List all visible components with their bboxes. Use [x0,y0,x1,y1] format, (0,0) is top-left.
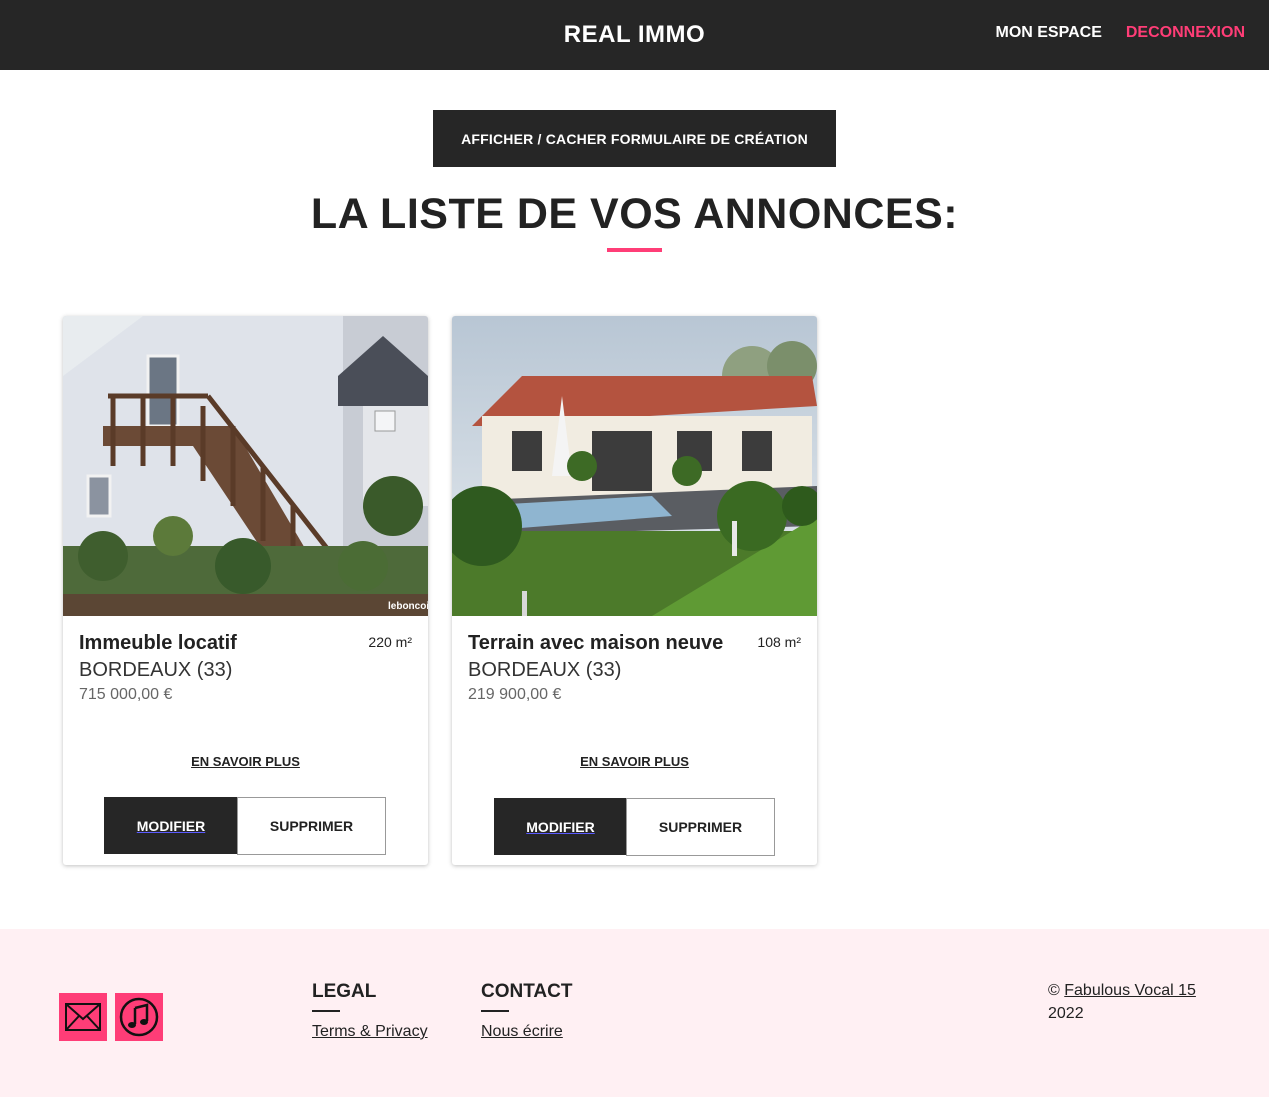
edit-button[interactable]: MODIFIER [104,797,238,854]
top-navbar: REAL IMMO MON ESPACE DECONNEXION [0,0,1269,70]
contact-heading: CONTACT [481,981,573,1002]
listing-area: 108 m² [757,634,801,650]
listing-photo [452,316,817,616]
copyright: © Fabulous Vocal 15 2022 [1048,979,1196,1025]
listing-title: Immeuble locatif [79,632,237,654]
listing-city: BORDEAUX (33) [79,659,233,681]
listing-title: Terrain avec maison neuve [468,632,724,654]
legal-underline [312,1010,340,1012]
edit-button-label: MODIFIER [136,817,206,834]
envelope-icon[interactable] [59,993,107,1041]
listing-card: Terrain avec maison neuve 108 m² BORDEAU… [452,316,817,865]
my-space-link[interactable]: MON ESPACE [995,24,1101,42]
listing-photo: leboncoin [63,316,428,616]
contact-link[interactable]: Nous écrire [481,1023,563,1041]
title-underline [607,248,662,252]
listing-photo-watermark: leboncoin [388,601,428,612]
copyright-year: 2022 [1048,1005,1084,1022]
delete-button[interactable]: SUPPRIMER [237,797,386,855]
listing-price: 219 900,00 € [468,686,562,703]
learn-more-link[interactable]: EN SAVOIR PLUS [452,754,817,769]
terms-privacy-link[interactable]: Terms & Privacy [312,1023,428,1041]
listing-city: BORDEAUX (33) [468,659,622,681]
listing-area: 220 m² [368,634,412,650]
header-nav: MON ESPACE DECONNEXION [995,24,1245,42]
toggle-create-form-button[interactable]: AFFICHER / CACHER FORMULAIRE DE CRÉATION [433,110,836,167]
site-footer: LEGAL Terms & Privacy CONTACT Nous écrir… [0,929,1269,1097]
page-title: LA LISTE DE VOS ANNONCES: [310,190,959,238]
legal-heading: LEGAL [312,981,377,1002]
copyright-name-link[interactable]: Fabulous Vocal 15 [1064,982,1196,999]
logout-link[interactable]: DECONNEXION [1126,24,1245,42]
edit-button[interactable]: MODIFIER [494,798,627,855]
learn-more-link[interactable]: EN SAVOIR PLUS [63,754,428,769]
listing-price: 715 000,00 € [79,686,173,703]
music-note-icon[interactable] [115,993,163,1041]
edit-button-label: MODIFIER [526,818,595,835]
copyright-symbol: © [1048,982,1060,999]
delete-button[interactable]: SUPPRIMER [626,798,775,856]
contact-underline [481,1010,509,1012]
listing-card: leboncoin Immeuble locatif 220 m² BORDEA… [63,316,428,865]
